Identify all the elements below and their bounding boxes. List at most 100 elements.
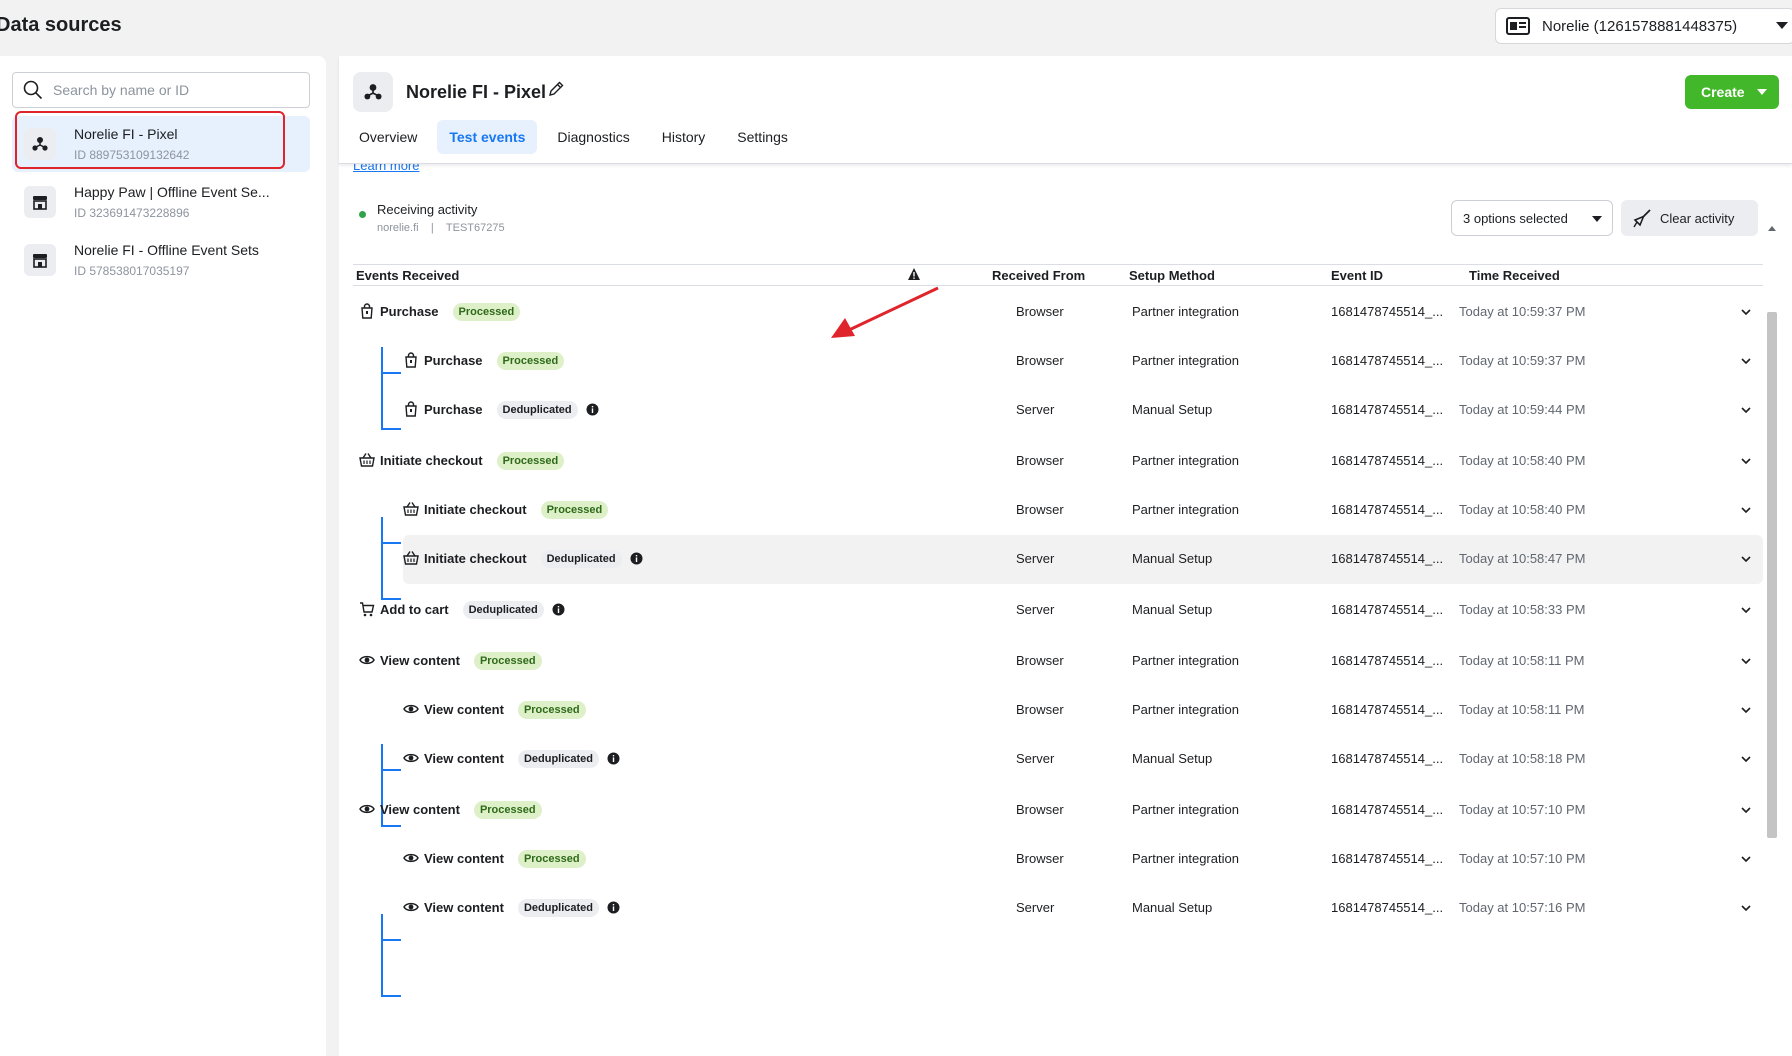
event-id-cell: 1681478745514_... — [1331, 851, 1444, 866]
chevron-down-icon[interactable] — [1740, 354, 1752, 366]
status-badge: Deduplicated — [517, 899, 600, 917]
event-name: View content — [424, 751, 504, 766]
chevron-down-icon[interactable] — [1740, 654, 1752, 666]
chevron-down-icon[interactable] — [1740, 403, 1752, 415]
tab-overview[interactable]: Overview — [347, 120, 429, 154]
pencil-icon[interactable] — [547, 80, 565, 98]
table-row[interactable]: View content Deduplicated Server Manual Set… — [339, 735, 1764, 784]
table-row[interactable]: Purchase Deduplicated Server Manual Setup 16… — [339, 386, 1764, 435]
status-badge: Deduplicated — [462, 601, 544, 619]
column-header-received-from: Received From — [992, 268, 1086, 283]
basket-icon — [403, 550, 419, 566]
table-row[interactable]: View content Processed Browser Partner inte… — [339, 786, 1764, 835]
tab-test-events[interactable]: Test events — [437, 120, 538, 154]
time-received-cell: Today at 10:58:40 PM — [1459, 453, 1586, 468]
eye-icon — [403, 750, 419, 766]
received-from-cell: Server — [1016, 602, 1055, 617]
status-badge: Processed — [540, 501, 609, 519]
chevron-down-icon[interactable] — [1740, 703, 1752, 715]
table-row[interactable]: View content Processed Browser Partner inte… — [339, 686, 1764, 735]
source-item-happy-paw[interactable]: Happy Paw | Offline Event Se... ID 32369… — [12, 174, 310, 230]
time-received-cell: Today at 10:58:11 PM — [1459, 653, 1585, 668]
info-icon[interactable] — [607, 752, 620, 765]
tree-connector — [381, 939, 401, 941]
tab-diagnostics[interactable]: Diagnostics — [545, 120, 641, 154]
annotation-highlight-box — [15, 111, 285, 169]
received-from-cell: Browser — [1016, 353, 1064, 368]
setup-method-cell: Manual Setup — [1132, 751, 1213, 766]
chevron-down-icon[interactable] — [1740, 803, 1752, 815]
time-received-cell: Today at 10:58:47 PM — [1459, 551, 1586, 566]
chevron-down-icon[interactable] — [1740, 603, 1752, 615]
event-name: Initiate checkout — [424, 551, 527, 566]
time-received-cell: Today at 10:57:10 PM — [1459, 802, 1586, 817]
info-icon[interactable] — [630, 552, 643, 565]
setup-method-cell: Manual Setup — [1132, 602, 1213, 617]
table-row[interactable]: Purchase Processed Browser Partner integrat… — [339, 288, 1764, 337]
eye-icon — [403, 850, 419, 866]
account-selector[interactable]: Norelie (1261578881448375) — [1495, 8, 1792, 44]
search-box[interactable] — [12, 72, 310, 108]
tab-settings[interactable]: Settings — [725, 120, 800, 154]
table-row[interactable]: View content Processed Browser Partner inte… — [339, 835, 1764, 884]
chevron-down-icon[interactable] — [1740, 852, 1752, 864]
setup-method-cell: Partner integration — [1132, 502, 1239, 517]
setup-method-cell: Partner integration — [1132, 453, 1239, 468]
received-from-cell: Browser — [1016, 453, 1064, 468]
scroll-up-icon[interactable] — [1768, 226, 1776, 231]
top-bar: Data sources Norelie (1261578881448375) — [0, 0, 1792, 56]
setup-method-cell: Manual Setup — [1132, 900, 1213, 915]
time-received-cell: Today at 10:57:16 PM — [1459, 900, 1586, 915]
activity-test-code: TEST67275 — [445, 222, 505, 234]
chevron-down-icon[interactable] — [1740, 901, 1752, 913]
table-row[interactable]: View content Deduplicated Server Manual Set… — [339, 884, 1764, 933]
create-button[interactable]: Create — [1685, 75, 1779, 109]
chevron-down-icon[interactable] — [1740, 454, 1752, 466]
event-name: Initiate checkout — [424, 502, 527, 517]
table-row[interactable]: Initiate checkout Processed Browser Partner… — [339, 437, 1764, 486]
chevron-down-icon[interactable] — [1740, 305, 1752, 317]
table-row[interactable]: Initiate checkout Deduplicated Server Manua… — [339, 535, 1764, 584]
info-icon[interactable] — [607, 901, 620, 914]
activity-status-text: Receiving activity — [377, 202, 478, 217]
column-header-event-id: Event ID — [1331, 268, 1384, 283]
info-icon[interactable] — [552, 603, 565, 616]
table-row[interactable]: Purchase Processed Browser Partner integrat… — [339, 337, 1764, 386]
event-filter-label: 3 options selected — [1463, 210, 1568, 226]
info-icon[interactable] — [586, 403, 599, 416]
source-item-id: ID 323691473228896 — [74, 206, 190, 220]
warning-icon — [908, 268, 920, 280]
page-title: Data sources — [0, 14, 122, 36]
event-filter-dropdown[interactable]: 3 options selected — [1451, 200, 1613, 236]
scrollbar-thumb[interactable] — [1767, 312, 1777, 838]
status-badge: Processed — [517, 850, 586, 868]
received-from-cell: Browser — [1016, 502, 1064, 517]
received-from-cell: Browser — [1016, 802, 1064, 817]
chevron-down-icon — [1757, 89, 1767, 95]
activity-source: norelie.fi | TEST67275 — [377, 222, 505, 234]
chevron-down-icon[interactable] — [1740, 752, 1752, 764]
basket-icon — [403, 501, 419, 517]
received-from-cell: Server — [1016, 900, 1055, 915]
chevron-down-icon[interactable] — [1740, 552, 1752, 564]
column-header-setup-method: Setup Method — [1129, 268, 1215, 283]
setup-method-cell: Manual Setup — [1132, 551, 1213, 566]
scrollbar[interactable] — [1764, 166, 1778, 1056]
received-from-cell: Server — [1016, 751, 1055, 766]
activity-domain: norelie.fi — [377, 222, 419, 234]
source-item-norelie-offline[interactable]: Norelie FI - Offline Event Sets ID 57853… — [12, 232, 310, 288]
account-selector-label: Norelie (1261578881448375) — [1542, 17, 1738, 35]
search-input[interactable] — [53, 82, 293, 98]
status-badge: Deduplicated — [540, 550, 622, 568]
time-received-cell: Today at 10:58:33 PM — [1459, 602, 1586, 617]
table-row[interactable]: Initiate checkout Processed Browser Partner… — [339, 486, 1764, 535]
table-row[interactable]: Add to cart Deduplicated Server Manual Setu… — [339, 586, 1764, 635]
chevron-down-icon[interactable] — [1740, 503, 1752, 515]
tab-history[interactable]: History — [650, 120, 718, 154]
status-badge: Processed — [496, 452, 565, 470]
chevron-down-icon — [1776, 22, 1788, 29]
table-row[interactable]: View content Processed Browser Partner inte… — [339, 637, 1764, 686]
setup-method-cell: Partner integration — [1132, 851, 1239, 866]
clear-activity-button[interactable]: Clear activity — [1621, 200, 1758, 236]
eye-icon — [403, 701, 419, 717]
